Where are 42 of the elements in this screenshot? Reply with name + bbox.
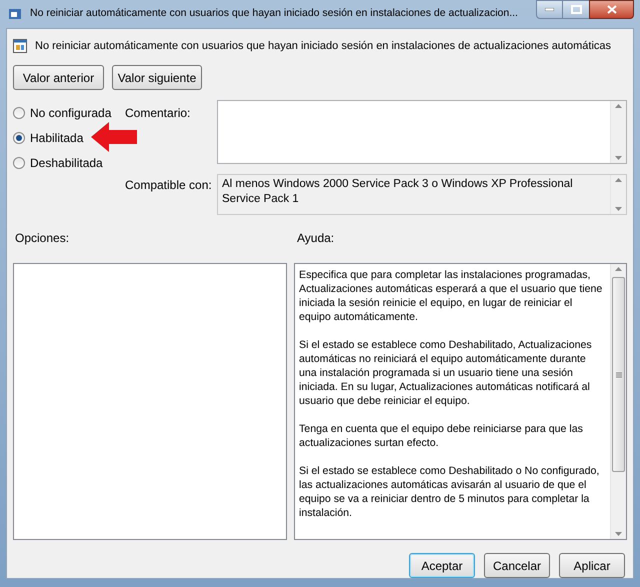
maximize-button[interactable] (563, 0, 589, 19)
help-label: Ayuda: (296, 230, 334, 247)
scrollbar[interactable] (610, 264, 626, 539)
radio-label[interactable]: Habilitada (30, 129, 84, 147)
scroll-thumb[interactable] (612, 277, 625, 472)
scroll-down-icon[interactable] (615, 156, 622, 160)
policy-title: No reiniciar automáticamente con usuarios que hayan iniciado sesión en instalaciones de actualizaciones automáticas (35, 38, 612, 54)
scroll-down-icon[interactable] (615, 532, 622, 536)
minimize-button[interactable] (536, 0, 563, 19)
scroll-up-icon[interactable] (615, 267, 622, 271)
close-button[interactable] (589, 0, 634, 19)
minimize-icon (545, 8, 554, 11)
dialog-button[interactable]: Valor siguiente (112, 65, 202, 90)
comment-label: Comentario: (125, 105, 192, 122)
scroll-up-icon[interactable] (615, 104, 622, 108)
compatible-value: Al menos Windows 2000 Service Pack 3 o Windows XP Professional Service Pack 1 (221, 177, 574, 207)
help-paragraph: Especifica que para completar las instalaciones programadas, Actualizaciones automáticas esperará a que el usuario que tiene iniciada la sesión reinicie el equipo, en lugar de reiniciar el equipo automáticamente. (299, 268, 604, 324)
help-paragraph: Tenga en cuenta que el equipo debe reiniciarse para que las actualizaciones surtan efecto. (299, 422, 584, 450)
maximize-icon (570, 5, 582, 14)
radio-button[interactable] (13, 157, 25, 169)
dialog-button[interactable]: Aceptar (409, 553, 475, 578)
radio-label[interactable]: No configurada (30, 104, 112, 122)
window-title: No reiniciar automáticamente con usuarios que hayan iniciado sesión en instalaciones de actualizacion... (30, 6, 518, 22)
help-paragraph: Si el estado se establece como Deshabilitado o No configurado, las actualizaciones automáticas avisarán al usuario de que el equipo se va a reiniciar dentro de 5 minutos para completar la instalación. (299, 464, 600, 520)
scrollbar[interactable] (610, 101, 626, 163)
app-icon (8, 7, 22, 21)
radio-button[interactable] (13, 107, 25, 119)
dialog-button[interactable]: Aplicar (559, 553, 625, 578)
grip-icon (616, 372, 622, 378)
policy-icon (13, 39, 27, 53)
help-paragraph: Si el estado se establece como Deshabilitado, Actualizaciones automáticas no reiniciará el equipo automáticamente durante una instalación programada si un usuario tiene una sesión iniciada. En su lugar, Actualizaciones automáticas notificará al usuario que debe reiniciar el equipo. (299, 338, 593, 408)
dialog-button[interactable]: Valor anterior (13, 65, 104, 90)
radio-label[interactable]: Deshabilitada (30, 154, 103, 172)
scroll-down-icon[interactable] (615, 207, 622, 211)
arrow-icon (91, 122, 137, 152)
options-label: Opciones: (14, 230, 70, 247)
dialog-button[interactable]: Cancelar (484, 553, 550, 578)
scroll-up-icon[interactable] (615, 178, 622, 182)
close-icon (606, 5, 616, 14)
radio-button[interactable] (13, 132, 25, 144)
comment-field[interactable] (217, 100, 627, 164)
compatible-label: Compatible con: (125, 177, 213, 194)
